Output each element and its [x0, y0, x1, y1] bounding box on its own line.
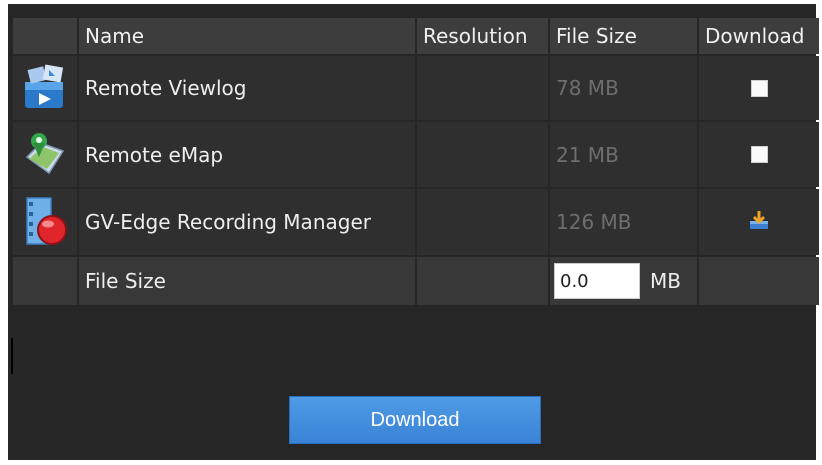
download-checkbox-remote-emap[interactable] [750, 146, 768, 163]
table-row-file-size: 21 MB [550, 122, 697, 187]
download-table: Name Resolution File Size Download Remot… [13, 18, 819, 305]
column-header-resolution: Resolution [417, 18, 548, 54]
file-size-total-cell: 0.0 MB [550, 257, 697, 305]
download-icon[interactable] [748, 209, 770, 236]
file-size-total-label: File Size [79, 257, 415, 305]
header-icon-col [13, 18, 77, 54]
footer-resolution-col [417, 257, 548, 305]
download-panel: Name Resolution File Size Download Remot… [8, 4, 819, 460]
column-header-download: Download [699, 18, 819, 54]
table-row-download [699, 189, 819, 255]
column-header-file-size: File Size [550, 18, 697, 54]
table-row-name: Remote Viewlog [79, 56, 415, 120]
footer-icon-col [13, 257, 77, 305]
table-row-file-size: 78 MB [550, 56, 697, 120]
remote-viewlog-icon [13, 56, 77, 120]
file-size-total-field[interactable]: 0.0 [554, 263, 640, 299]
download-button[interactable]: Download [289, 396, 541, 444]
table-row-download [699, 122, 819, 187]
remote-emap-icon [13, 122, 77, 187]
table-row-name: Remote eMap [79, 122, 415, 187]
footer-download-col [699, 257, 819, 305]
text-cursor [11, 338, 13, 374]
table-row-resolution [417, 122, 548, 187]
table-row-file-size: 126 MB [550, 189, 697, 255]
download-checkbox-remote-viewlog[interactable] [750, 79, 768, 97]
file-size-unit: MB [650, 269, 681, 293]
table-row-resolution [417, 56, 548, 120]
recording-manager-icon [13, 189, 77, 255]
table-row-resolution [417, 189, 548, 255]
table-row-name: GV-Edge Recording Manager [79, 189, 415, 255]
table-row-download [699, 56, 819, 120]
column-header-name: Name [79, 18, 415, 54]
